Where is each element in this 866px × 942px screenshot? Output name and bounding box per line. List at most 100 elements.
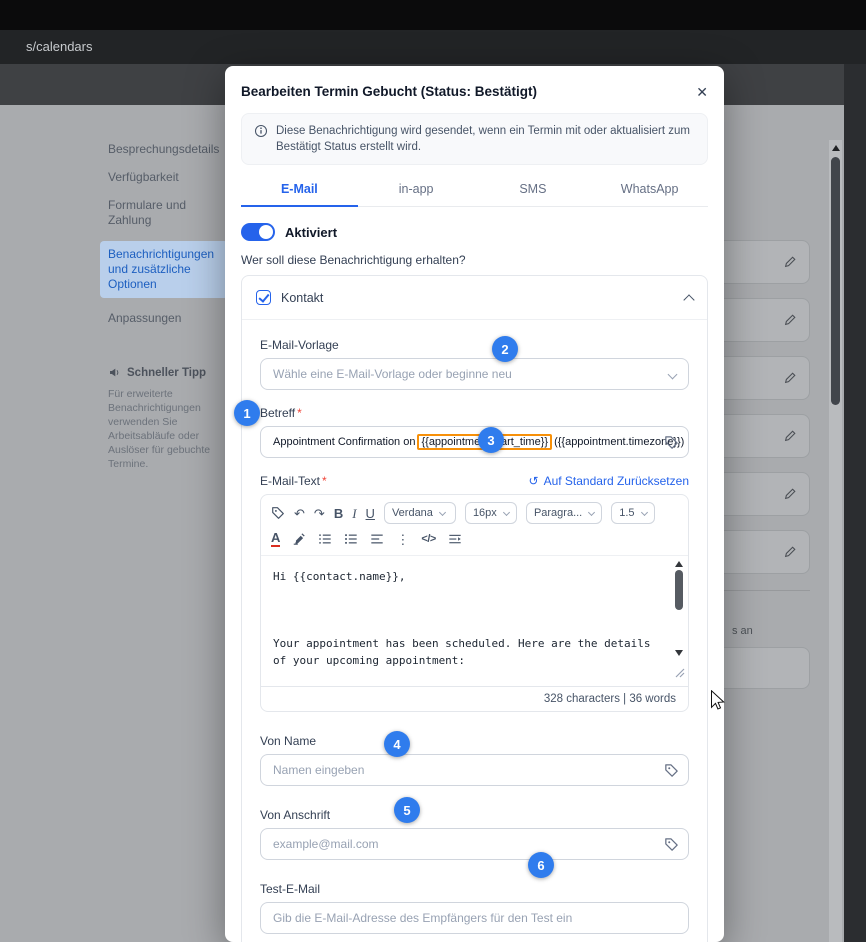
template-placeholder: Wähle eine E-Mail-Vorlage oder beginne n… <box>273 367 512 381</box>
sidebar-item-forms-payment[interactable]: Formulare und Zahlung <box>108 198 226 228</box>
from-name-group: Von Name <box>260 734 689 786</box>
font-size-select[interactable]: 16px <box>464 502 517 524</box>
tag-icon[interactable] <box>664 837 679 855</box>
scroll-up-arrow-icon[interactable] <box>674 561 683 567</box>
edit-pencil-icon[interactable] <box>784 371 797 389</box>
italic-button[interactable]: I <box>352 507 356 520</box>
channel-tabs: E-Mail in-app SMS WhatsApp <box>241 175 708 207</box>
sidebar-item-meeting-details[interactable]: Besprechungsdetails <box>108 142 226 157</box>
reset-to-default-link[interactable]: ↺ Auf Standard Zurücksetzen <box>529 474 689 488</box>
numbered-list-icon[interactable] <box>344 532 358 546</box>
from-address-inputbox <box>260 828 689 860</box>
edit-pencil-icon[interactable] <box>784 255 797 273</box>
tab-email[interactable]: E-Mail <box>241 175 358 207</box>
contact-checkbox[interactable] <box>256 290 271 305</box>
scroll-up-arrow-icon[interactable] <box>831 145 840 151</box>
from-name-label: Von Name <box>260 734 317 748</box>
recipient-question: Wer soll diese Benachrichtigung erhalten… <box>241 253 466 267</box>
sidebar-item-notifications[interactable]: Benachrichtigungen und zusätzliche Optio… <box>100 241 228 298</box>
subject-prefix: Appointment Confirmation on <box>273 436 416 448</box>
email-body-editor: ↶ ↷ B I U Verdana 16px Paragra... 1.5 A … <box>260 494 689 712</box>
text-color-button[interactable]: A <box>271 531 281 547</box>
paragraph-style-select[interactable]: Paragra... <box>525 502 603 524</box>
editor-content[interactable]: Hi {{contact.name}}, Your appointment ha… <box>261 556 688 686</box>
tag-icon[interactable] <box>271 506 285 520</box>
scrollbar-thumb[interactable] <box>674 570 683 610</box>
from-address-label: Von Anschrift <box>260 808 331 822</box>
tag-icon[interactable] <box>664 763 679 781</box>
test-email-group: Test-E-Mail <box>260 882 689 934</box>
test-email-inputbox <box>260 902 689 934</box>
chevron-down-icon <box>438 508 446 516</box>
sidebar-item-availability[interactable]: Verfügbarkeit <box>108 170 226 185</box>
code-view-button[interactable]: </> <box>421 533 436 545</box>
test-email-input[interactable] <box>273 911 676 925</box>
edit-pencil-icon[interactable] <box>784 313 797 331</box>
screen: s/calendars Besprechungsdetails Verfügba… <box>0 0 866 942</box>
chevron-up-icon[interactable] <box>683 293 695 306</box>
tab-sms[interactable]: SMS <box>475 175 592 206</box>
annotation-badge-3: 3 <box>478 427 504 453</box>
horizontal-rule-icon[interactable] <box>448 532 462 546</box>
edit-pencil-icon[interactable] <box>784 429 797 447</box>
bold-button[interactable]: B <box>334 507 343 520</box>
resize-handle-icon[interactable] <box>675 666 685 683</box>
font-family-select[interactable]: Verdana <box>383 502 456 524</box>
settings-sidebar: Besprechungsdetails Verfügbarkeit Formul… <box>100 142 228 471</box>
contact-accordion-header[interactable]: Kontakt <box>242 276 707 320</box>
contact-accordion-body: E-Mail-Vorlage Wähle eine E-Mail-Vorlage… <box>242 320 707 942</box>
undo-icon[interactable]: ↶ <box>294 507 305 520</box>
required-marker: * <box>297 406 302 420</box>
browser-topbar <box>0 0 866 30</box>
from-name-inputbox <box>260 754 689 786</box>
annotation-badge-4: 4 <box>384 731 410 757</box>
close-icon[interactable]: ✕ <box>696 85 708 99</box>
more-options-icon[interactable]: ⋮ <box>396 533 409 546</box>
scrollbar-thumb[interactable] <box>831 157 840 405</box>
info-banner: Diese Benachrichtigung wird gesendet, we… <box>241 113 708 165</box>
scroll-down-arrow-icon[interactable] <box>674 650 683 656</box>
tab-whatsapp[interactable]: WhatsApp <box>591 175 708 206</box>
email-template-select[interactable]: Wähle eine E-Mail-Vorlage oder beginne n… <box>260 358 689 390</box>
redo-icon[interactable]: ↷ <box>314 507 325 520</box>
page-scrollbar[interactable] <box>829 140 842 942</box>
underline-button[interactable]: U <box>366 507 375 520</box>
tab-in-app[interactable]: in-app <box>358 175 475 206</box>
modal-title: Bearbeiten Termin Gebucht (Status: Bestä… <box>241 84 538 99</box>
chevron-down-icon <box>640 508 648 516</box>
editor-line: Hi {{contact.name}}, <box>273 570 406 583</box>
body-label-row: E-Mail-Text * ↺ Auf Standard Zurücksetzen <box>260 474 689 488</box>
info-icon <box>254 124 268 155</box>
subject-input[interactable]: Appointment Confirmation on {{appointmen… <box>260 426 689 458</box>
annotation-badge-6: 6 <box>528 852 554 878</box>
editor-stats: 328 characters | 36 words <box>261 686 688 711</box>
template-label: E-Mail-Vorlage <box>260 338 339 352</box>
editor-scrollbar[interactable] <box>672 561 685 669</box>
quick-tip-title: Schneller Tipp <box>127 366 207 379</box>
annotation-badge-1: 1 <box>234 400 260 426</box>
editor-toolbar-row2: A ⋮ </> <box>261 528 688 556</box>
sidebar-item-customizations[interactable]: Anpassungen <box>108 311 226 326</box>
line-height-select[interactable]: 1.5 <box>611 502 655 524</box>
editor-toolbar-row1: ↶ ↷ B I U Verdana 16px Paragra... 1.5 <box>261 495 688 528</box>
edit-pencil-icon[interactable] <box>784 487 797 505</box>
right-frame <box>844 64 866 942</box>
modal-header: Bearbeiten Termin Gebucht (Status: Bestä… <box>225 66 724 111</box>
bullet-list-icon[interactable] <box>318 532 332 546</box>
from-address-group: Von Anschrift <box>260 808 689 860</box>
tag-icon[interactable] <box>664 435 679 453</box>
quick-tip-body: Für erweiterte Benachrichtigungen verwen… <box>108 388 211 470</box>
from-name-input[interactable] <box>273 763 676 777</box>
required-marker: * <box>322 474 327 488</box>
align-left-icon[interactable] <box>370 532 384 546</box>
enabled-row: Aktiviert <box>241 223 708 241</box>
address-bar: s/calendars <box>0 30 866 64</box>
chevron-down-icon <box>588 508 596 516</box>
reset-icon: ↺ <box>528 474 539 488</box>
quick-tip: Schneller Tipp Für erweiterte Benachrich… <box>108 366 226 471</box>
edit-pencil-icon[interactable] <box>784 545 797 563</box>
edit-notification-modal: Bearbeiten Termin Gebucht (Status: Bestä… <box>225 66 724 942</box>
enabled-toggle[interactable] <box>241 223 275 241</box>
highlighter-icon[interactable] <box>292 532 306 546</box>
from-address-input[interactable] <box>273 837 676 851</box>
